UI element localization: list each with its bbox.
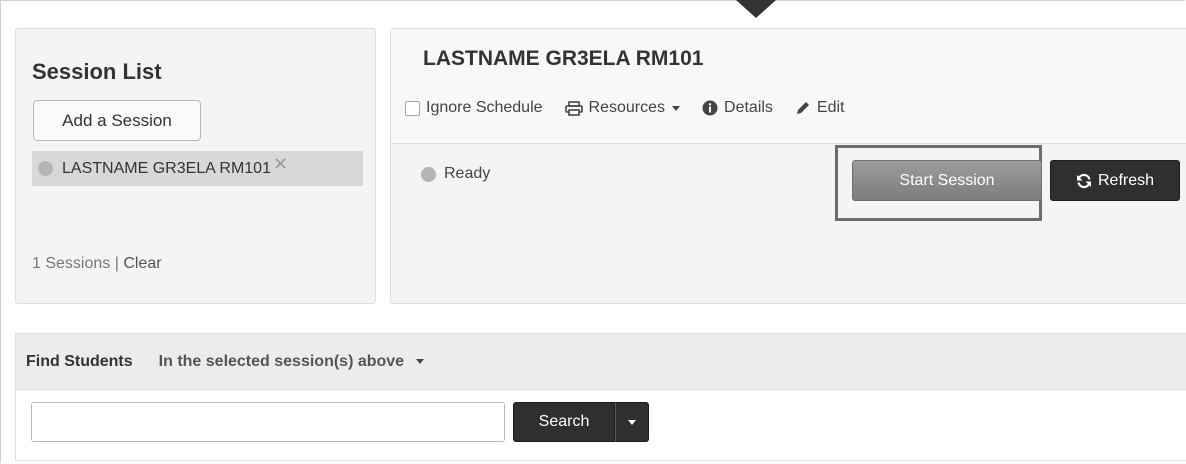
details-link[interactable]: Details: [702, 99, 773, 117]
session-list-title: Session List: [32, 59, 162, 84]
start-session-button[interactable]: Start Session: [852, 160, 1042, 201]
session-count: 1 Sessions: [32, 255, 111, 272]
footer-separator: |: [110, 255, 124, 272]
session-detail-header: LASTNAME GR3ELA RM101 Ignore Schedule Re…: [391, 29, 1186, 144]
remove-session-icon[interactable]: ✕: [273, 154, 288, 175]
info-icon: [702, 100, 718, 116]
student-search-input[interactable]: [31, 402, 505, 442]
search-button[interactable]: Search: [513, 402, 615, 442]
search-options-button[interactable]: [615, 402, 649, 442]
find-students-title: Find Students: [26, 352, 133, 370]
session-list-footer: 1 Sessions | Clear: [32, 255, 162, 273]
session-detail-panel: LASTNAME GR3ELA RM101 Ignore Schedule Re…: [390, 28, 1186, 304]
session-list-item-label: LASTNAME GR3ELA RM101: [62, 159, 271, 177]
chevron-down-icon: [416, 359, 425, 364]
pointer-caret-icon: [736, 0, 776, 18]
add-session-button[interactable]: Add a Session: [33, 100, 201, 141]
find-students-header: Find Students In the selected session(s)…: [16, 334, 1186, 390]
session-toolbar: Ignore Schedule Resources Details Edit: [405, 99, 867, 117]
ignore-schedule-toggle[interactable]: Ignore Schedule: [405, 99, 543, 117]
chevron-down-icon: [672, 105, 681, 111]
search-scope-label: In the selected session(s) above: [158, 352, 405, 370]
search-scope-dropdown[interactable]: In the selected session(s) above: [158, 352, 425, 371]
session-status-dot-icon: [38, 161, 53, 176]
ignore-schedule-label: Ignore Schedule: [426, 99, 543, 116]
chevron-down-icon: [628, 419, 636, 425]
session-status: Ready: [421, 165, 490, 183]
clear-sessions-link[interactable]: Clear: [123, 255, 161, 272]
ignore-schedule-checkbox[interactable]: [405, 100, 420, 116]
edit-link[interactable]: Edit: [795, 99, 845, 117]
edit-label: Edit: [816, 99, 845, 116]
find-students-panel: Find Students In the selected session(s)…: [15, 333, 1186, 461]
session-list-item[interactable]: LASTNAME GR3ELA RM101 ✕: [32, 151, 363, 186]
refresh-label: Refresh: [1097, 171, 1155, 189]
status-text: Ready: [444, 165, 491, 182]
session-title: LASTNAME GR3ELA RM101: [423, 47, 704, 70]
pencil-icon: [796, 102, 809, 114]
resources-label: Resources: [588, 99, 666, 116]
resources-dropdown[interactable]: Resources: [564, 99, 681, 117]
status-dot-icon: [421, 166, 436, 182]
printer-icon: [564, 100, 583, 116]
refresh-button[interactable]: Refresh: [1050, 160, 1180, 201]
refresh-icon: [1076, 173, 1091, 188]
details-label: Details: [724, 99, 773, 116]
session-list-panel: Session List Add a Session LASTNAME GR3E…: [15, 28, 376, 304]
